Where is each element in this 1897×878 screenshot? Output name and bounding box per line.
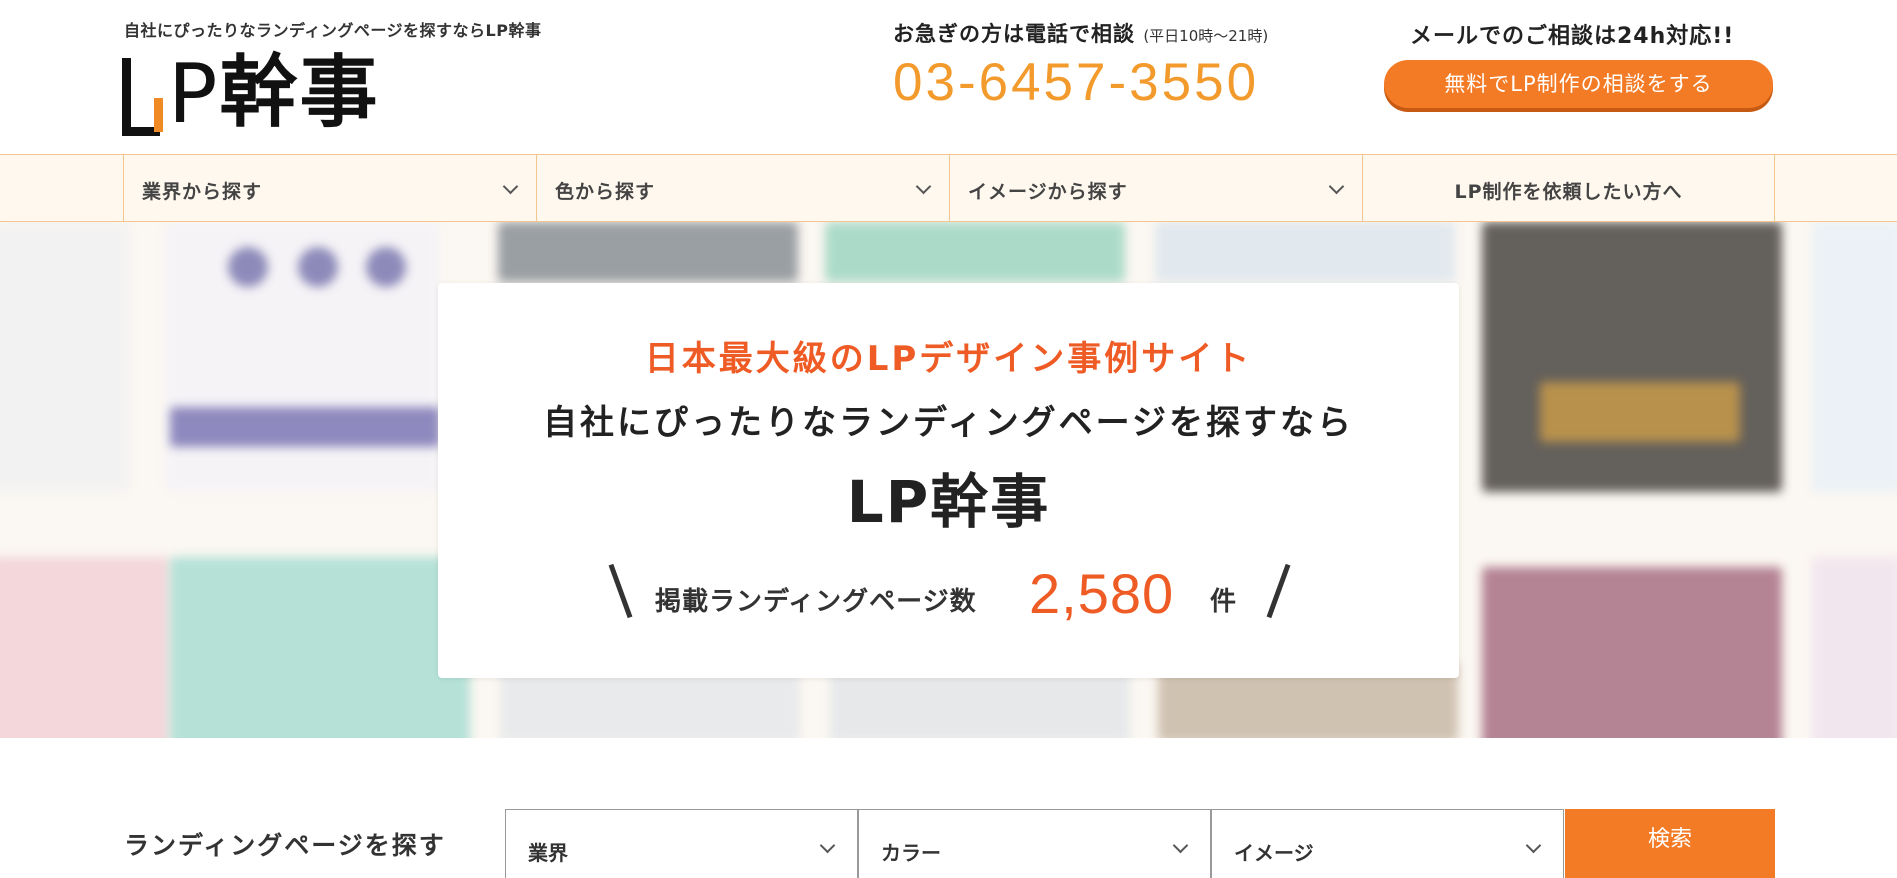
logo-accent-bar (154, 98, 163, 132)
nav-item-request[interactable]: LP制作を依頼したい方へ (1362, 155, 1775, 221)
global-nav: 業界から探す 色から探す イメージから探す LP制作を依頼したい方へ (0, 154, 1897, 222)
industry-select[interactable]: 業界 (505, 809, 858, 878)
site-tagline: 自社にぴったりなランディングページを探すならLP幹事 (124, 21, 542, 40)
nav-item-label: イメージから探す (968, 181, 1128, 203)
bg-thumbnail (0, 222, 130, 492)
select-label: 業界 (528, 841, 568, 865)
logo-letter-p-text: P (168, 47, 217, 142)
bg-thumbnail (228, 247, 268, 287)
bg-thumbnail (1812, 222, 1897, 492)
nav-item-label: 業界から探す (142, 181, 263, 203)
mail-consult-label: メールでのご相談は24h対応!! (1410, 24, 1735, 49)
hero-card: 日本最大級のLPデザイン事例サイト 自社にぴったりなランディングページを探すなら… (438, 283, 1459, 678)
bg-thumbnail (298, 247, 338, 287)
slash-decoration (1266, 563, 1291, 619)
select-label: イメージ (1234, 841, 1314, 865)
bg-thumbnail (0, 557, 170, 738)
chevron-down-icon (915, 178, 932, 195)
slash-decoration (608, 563, 633, 619)
bg-thumbnail (1482, 567, 1782, 738)
nav-item-label: 色から探す (555, 181, 656, 203)
tel-consult-label: お急ぎの方は電話で相談 (平日10時～21時) (893, 18, 1268, 48)
lp-search-section: ランディングページを探す 業界 カラー イメージ 検索 (0, 738, 1897, 878)
bg-thumbnail (366, 247, 406, 287)
bg-thumbnail (1155, 222, 1455, 282)
lp-count-label: 掲載ランディングページ数 (655, 587, 977, 617)
nav-item-color[interactable]: 色から探す (536, 155, 949, 221)
image-select[interactable]: イメージ (1211, 809, 1564, 878)
hero-subtitle: 日本最大級のLPデザイン事例サイト (644, 339, 1253, 379)
hero-section: 日本最大級のLPデザイン事例サイト 自社にぴったりなランディングページを探すなら… (0, 222, 1897, 738)
tel-number-link[interactable]: 03-6457-3550 (893, 52, 1259, 113)
chevron-down-icon (502, 178, 519, 195)
bg-thumbnail (498, 222, 798, 282)
bg-thumbnail (1812, 557, 1897, 738)
site-logo[interactable]: P 幹事 (122, 48, 380, 138)
free-consult-button[interactable]: 無料でLP制作の相談をする (1384, 60, 1773, 108)
chevron-down-icon (819, 837, 836, 854)
nav-item-image[interactable]: イメージから探す (949, 155, 1362, 221)
hero-brand: LP幹事 (846, 468, 1051, 536)
select-label: カラー (881, 841, 941, 865)
nav-item-label: LP制作を依頼したい方へ (1454, 181, 1683, 203)
search-title: ランディングページを探す (124, 831, 446, 860)
hero-headline: 自社にぴったりなランディングページを探すなら (543, 403, 1354, 443)
search-button[interactable]: 検索 (1565, 809, 1775, 878)
lp-count-number: 2,580 (1029, 562, 1175, 625)
bg-thumbnail (1482, 222, 1782, 492)
nav-item-industry[interactable]: 業界から探す (123, 155, 536, 221)
bg-thumbnail (825, 222, 1125, 282)
lp-count-unit: 件 (1210, 587, 1237, 617)
chevron-down-icon (1525, 837, 1542, 854)
bg-thumbnail (1540, 382, 1740, 442)
logo-kanji: 幹事 (219, 48, 380, 138)
bg-thumbnail (170, 407, 440, 447)
lp-count: 掲載ランディングページ数 2,580 件 (438, 555, 1459, 625)
logo-letter-p: P (154, 54, 217, 136)
tel-consult-text: お急ぎの方は電話で相談 (893, 22, 1135, 46)
color-select[interactable]: カラー (858, 809, 1211, 878)
tel-hours: (平日10時～21時) (1143, 27, 1269, 45)
chevron-down-icon (1172, 837, 1189, 854)
chevron-down-icon (1328, 178, 1345, 195)
site-header: 自社にぴったりなランディングページを探すならLP幹事 P 幹事 お急ぎの方は電話… (0, 0, 1897, 154)
bg-thumbnail (170, 557, 470, 738)
